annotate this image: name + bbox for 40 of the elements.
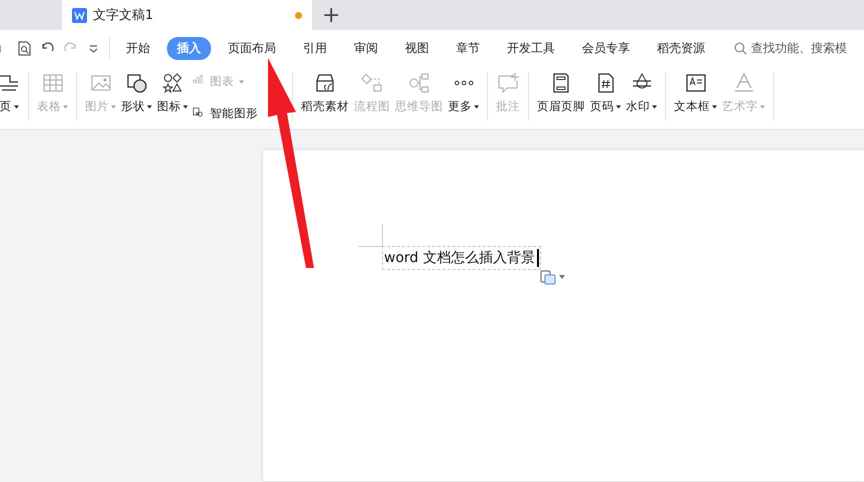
- menu-tab[interactable]: 开发工具: [497, 36, 565, 60]
- document-logo-icon: [72, 8, 87, 22]
- unsaved-dot: [295, 12, 302, 18]
- ribbon-tool-icon: [42, 72, 64, 94]
- menu-tab[interactable]: 引用: [293, 36, 337, 60]
- ribbon-tool[interactable]: 稻壳素材: [300, 72, 350, 121]
- more-icon: [454, 80, 474, 86]
- search-placeholder[interactable]: 查找功能、搜索模: [751, 40, 847, 56]
- menu-tab[interactable]: 会员专享: [572, 36, 640, 60]
- ribbon-tool[interactable]: 形状: [120, 72, 153, 121]
- document-text: word 文档怎么插入背景: [382, 246, 541, 270]
- ribbon-tool-icon: [408, 72, 430, 94]
- ribbon-tool[interactable]: 页: [0, 72, 21, 121]
- ribbon-tool[interactable]: 更多: [447, 72, 480, 121]
- paste-options-icon[interactable]: [540, 269, 556, 285]
- tab-title: 文字文稿1: [93, 7, 154, 24]
- new-tab-button[interactable]: +: [312, 0, 350, 30]
- ribbon-tool-icon: [732, 72, 754, 94]
- menu-tab[interactable]: 审阅: [344, 36, 388, 60]
- menu-tab[interactable]: 稻壳资源: [647, 36, 715, 60]
- ribbon-tool-icon: [162, 72, 184, 94]
- menu-tab[interactable]: 开始: [116, 36, 160, 60]
- ribbon-tool[interactable]: 页眉页脚: [536, 72, 586, 121]
- ribbon-tool[interactable]: 智能图形: [192, 106, 258, 121]
- ribbon-tool-icon: [684, 72, 706, 94]
- menu-tab[interactable]: 视图: [395, 36, 439, 60]
- ribbon-tool-icon: [126, 72, 148, 94]
- ribbon-tool-icon: [314, 72, 336, 94]
- menu-tab[interactable]: 页面布局: [218, 36, 286, 60]
- menu-tab[interactable]: 章节: [446, 36, 490, 60]
- caret-icon[interactable]: [559, 275, 565, 279]
- ribbon-tool[interactable]: 文本框: [673, 72, 718, 121]
- ribbon-tool-icon: [361, 72, 383, 94]
- document-tab[interactable]: 文字文稿1: [62, 0, 312, 30]
- ribbon-tool[interactable]: 水印: [625, 72, 658, 121]
- print-preview-icon[interactable]: [17, 40, 32, 56]
- ribbon-tool[interactable]: 图标: [156, 72, 189, 121]
- ribbon-tool-icon: [497, 72, 519, 94]
- ribbon-tool[interactable]: 页码: [589, 72, 622, 121]
- search-icon: [734, 42, 747, 54]
